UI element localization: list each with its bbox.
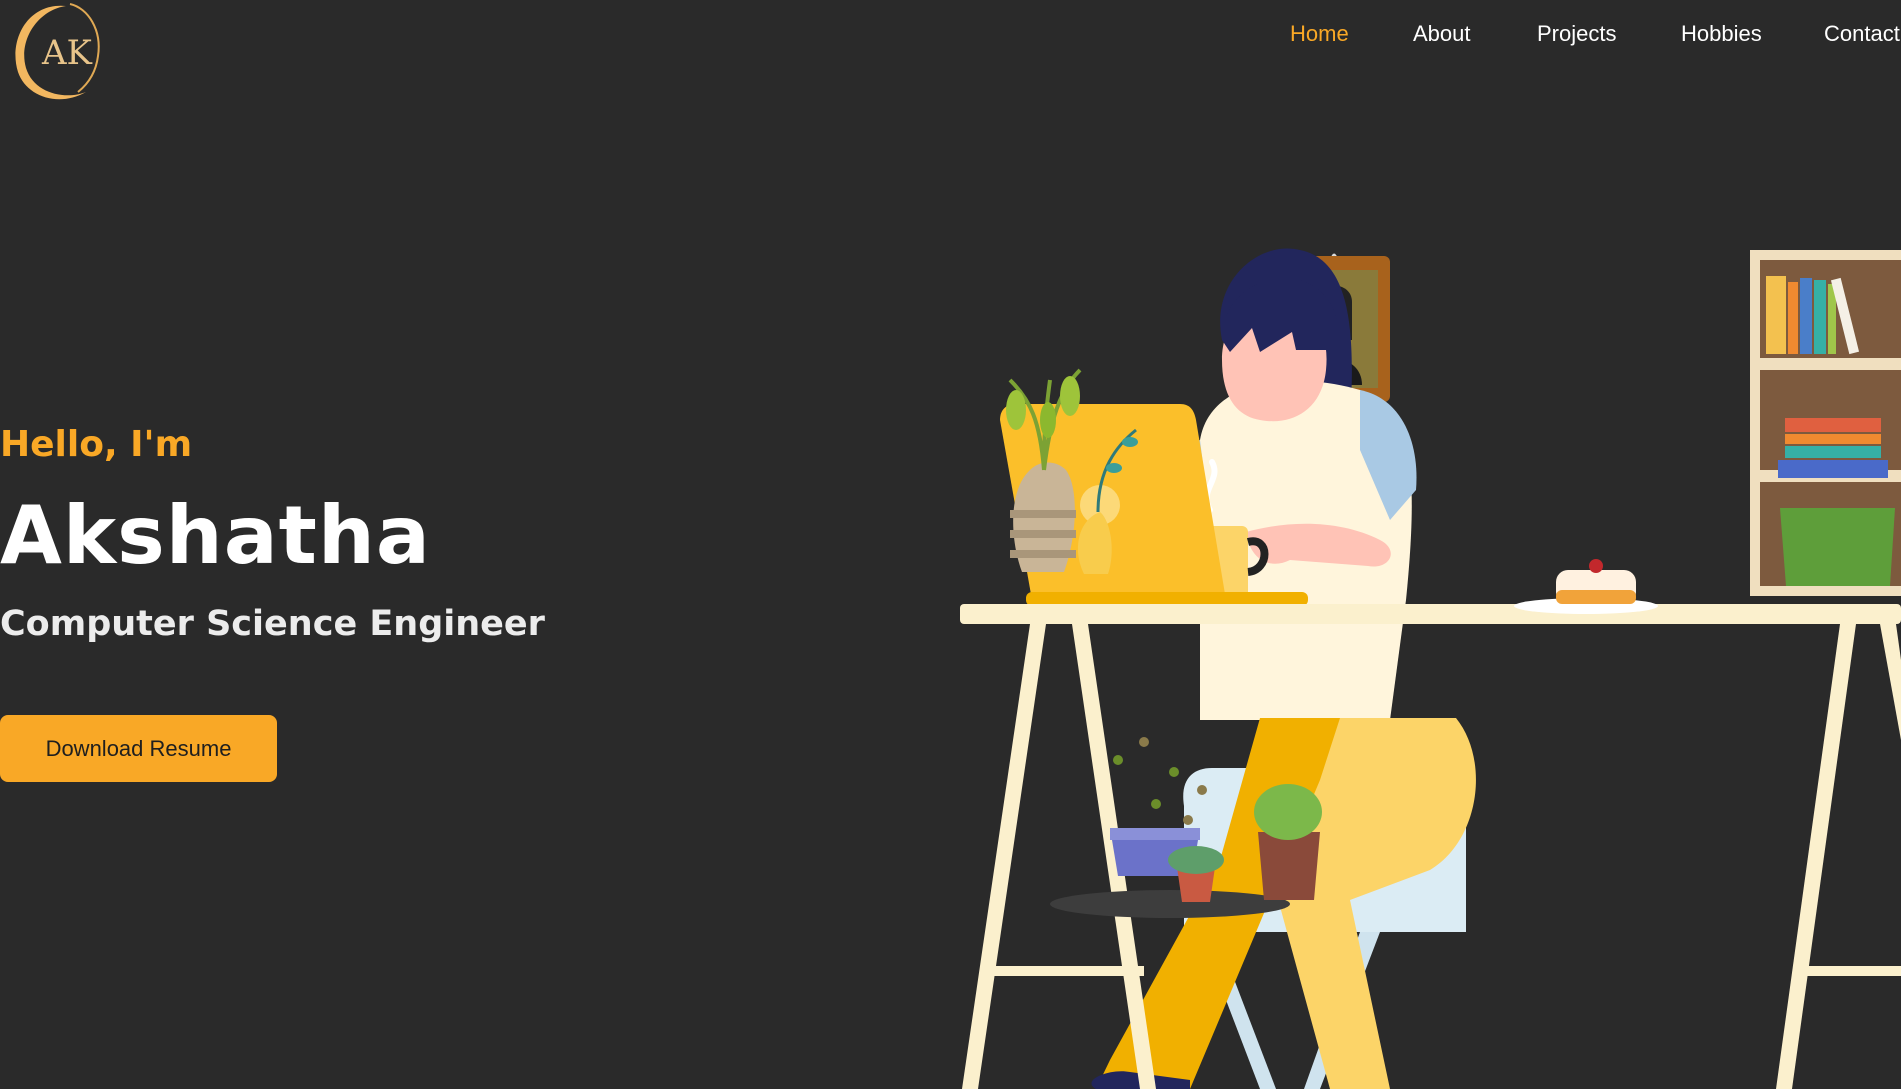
logo-monogram-icon: AK bbox=[15, 3, 100, 100]
nav-projects[interactable]: Projects bbox=[1537, 21, 1616, 47]
logo-initials: AK bbox=[41, 33, 93, 73]
hero-name: Akshatha bbox=[0, 489, 431, 582]
nav-about[interactable]: About bbox=[1413, 21, 1471, 47]
illustration-icon bbox=[960, 248, 1901, 1089]
hero-role: Computer Science Engineer bbox=[0, 604, 545, 644]
nav-home[interactable]: Home bbox=[1290, 21, 1349, 47]
download-resume-button[interactable]: Download Resume bbox=[0, 715, 277, 782]
cake-icon bbox=[1514, 559, 1658, 614]
nav-contact[interactable]: Contact bbox=[1824, 21, 1900, 47]
bookshelf-icon bbox=[1750, 250, 1901, 596]
logo[interactable]: AK bbox=[6, 0, 102, 106]
hero-greeting: Hello, I'm bbox=[0, 424, 193, 465]
woman-at-desk-illustration bbox=[960, 220, 1901, 1089]
page: AK Home About Projects Hobbies Contact H… bbox=[0, 0, 1901, 1089]
nav-hobbies[interactable]: Hobbies bbox=[1681, 21, 1762, 47]
